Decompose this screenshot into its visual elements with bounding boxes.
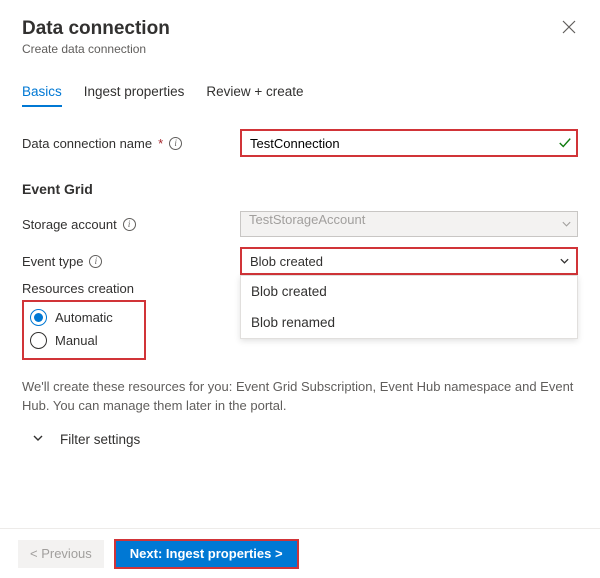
tabs: Basics Ingest properties Review + create — [22, 84, 578, 107]
storage-account-value: TestStorageAccount — [249, 212, 365, 227]
radio-manual[interactable]: Manual — [30, 329, 138, 352]
info-icon[interactable]: i — [89, 255, 102, 268]
page-subtitle: Create data connection — [22, 42, 170, 56]
page-title: Data connection — [22, 18, 170, 40]
info-icon[interactable]: i — [169, 137, 182, 150]
radio-automatic-label: Automatic — [55, 310, 113, 325]
close-icon[interactable] — [560, 18, 578, 40]
dropdown-option-blob-renamed[interactable]: Blob renamed — [241, 307, 577, 338]
event-type-value: Blob created — [250, 254, 323, 269]
data-connection-name-label: Data connection name — [22, 136, 152, 151]
dropdown-option-blob-created[interactable]: Blob created — [241, 276, 577, 307]
help-text: We'll create these resources for you: Ev… — [22, 378, 578, 416]
required-asterisk: * — [158, 136, 163, 151]
tab-review-create[interactable]: Review + create — [206, 84, 303, 107]
info-icon[interactable]: i — [123, 218, 136, 231]
tab-basics[interactable]: Basics — [22, 84, 62, 107]
event-type-dropdown: Blob created Blob renamed — [240, 275, 578, 339]
storage-account-label: Storage account — [22, 217, 117, 232]
event-grid-heading: Event Grid — [22, 181, 578, 197]
footer: < Previous Next: Ingest properties > — [0, 528, 600, 578]
storage-account-select[interactable]: TestStorageAccount — [240, 211, 578, 237]
event-type-select[interactable]: Blob created — [240, 247, 578, 275]
data-connection-name-input[interactable] — [240, 129, 578, 157]
previous-button[interactable]: < Previous — [18, 540, 104, 568]
radio-icon — [30, 309, 47, 326]
radio-manual-label: Manual — [55, 333, 98, 348]
chevron-down-icon — [32, 432, 44, 447]
filter-settings-toggle[interactable]: Filter settings — [22, 432, 578, 447]
radio-automatic[interactable]: Automatic — [30, 306, 138, 329]
next-button[interactable]: Next: Ingest properties > — [114, 539, 299, 569]
tab-ingest-properties[interactable]: Ingest properties — [84, 84, 185, 107]
event-type-label: Event type — [22, 254, 83, 269]
radio-icon — [30, 332, 47, 349]
resources-creation-radio-group: Automatic Manual — [22, 300, 146, 360]
resources-creation-label: Resources creation — [22, 281, 240, 296]
filter-settings-label: Filter settings — [60, 432, 140, 447]
